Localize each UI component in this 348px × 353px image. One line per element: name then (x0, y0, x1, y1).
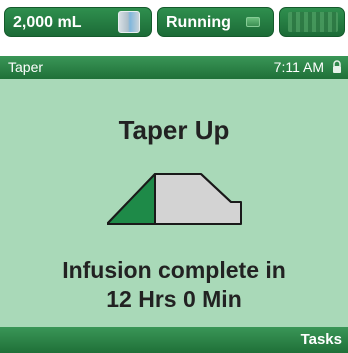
status-bar: 2,000 mL Running (0, 0, 348, 44)
volume-pill[interactable]: 2,000 mL (4, 7, 152, 37)
volume-text: 2,000 mL (13, 14, 82, 31)
channel-icon (288, 12, 338, 32)
run-status-pill[interactable]: Running (157, 7, 274, 37)
channel-pill[interactable] (279, 7, 345, 37)
run-indicator-icon (246, 17, 260, 27)
clock-time: 7:11 AM (273, 59, 324, 75)
taper-ramp-icon (107, 173, 242, 225)
completion-message: Infusion complete in 12 Hrs 0 Min (0, 256, 348, 314)
taper-progress-shape (107, 173, 156, 225)
taper-heading: Taper Up (118, 115, 230, 145)
main-panel: Taper Up Infusion complete in 12 Hrs 0 M… (0, 79, 348, 327)
run-status-text: Running (166, 14, 231, 31)
screen-title: Taper (8, 59, 44, 75)
footer-bar: Tasks (0, 327, 348, 353)
completion-line-1: Infusion complete in (62, 257, 286, 283)
completion-line-2: 12 Hrs 0 Min (106, 286, 242, 312)
lock-icon (333, 60, 341, 73)
tasks-button[interactable]: Tasks (301, 331, 342, 348)
screen-header: Taper 7:11 AM (0, 56, 348, 79)
fluid-bag-icon (118, 11, 140, 33)
